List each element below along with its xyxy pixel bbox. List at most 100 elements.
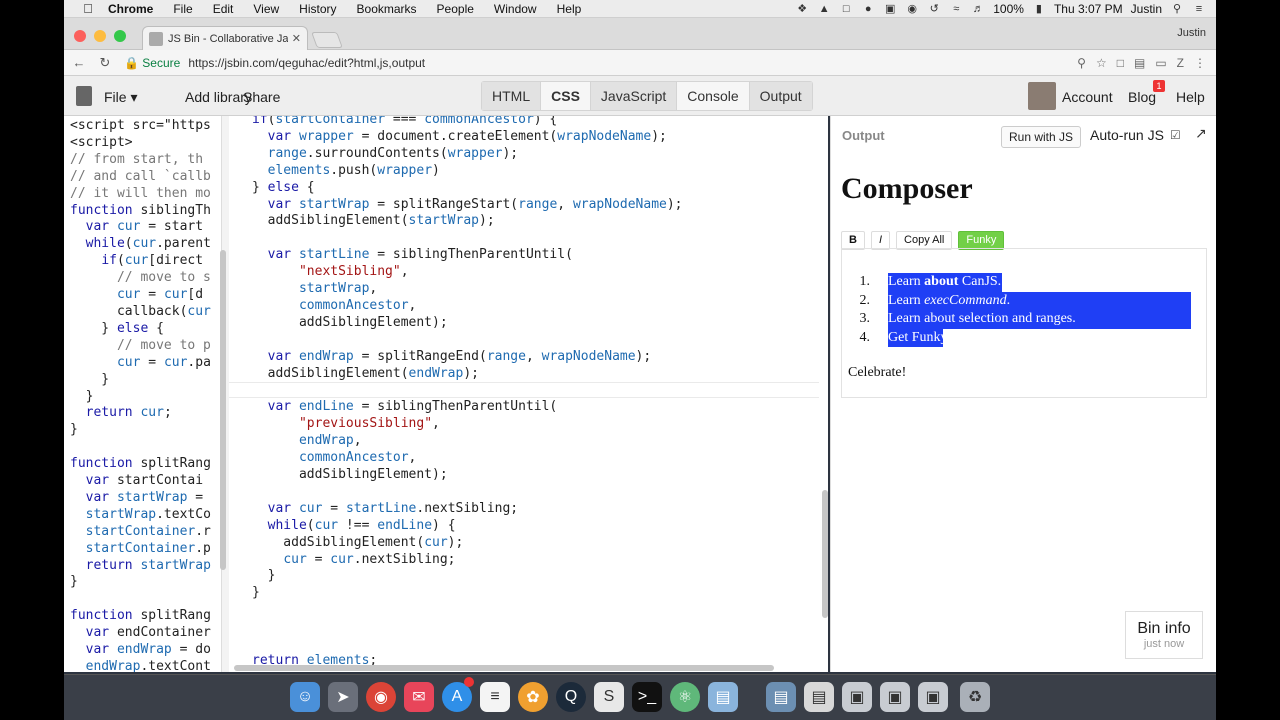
share-button[interactable]: Share [243,89,280,105]
menu-view[interactable]: View [243,2,289,16]
window-thumbnail-icon[interactable]: ▣ [918,682,948,712]
panel-toggle-javascript[interactable]: JavaScript [590,82,678,110]
reload-icon[interactable]: ↻ [94,55,116,71]
evernote-icon[interactable]: ● [861,3,875,15]
close-window-button[interactable] [74,30,86,42]
auto-run-checkbox[interactable]: ☑ [1170,128,1181,142]
back-arrow-icon[interactable]: ← [68,55,90,70]
battery-percent[interactable]: 100% [993,2,1024,16]
zoom-icon[interactable]: ⚲ [1077,56,1086,70]
panel-toggle-css[interactable]: CSS [541,82,591,110]
copy-all-button[interactable]: Copy All [896,230,953,250]
address-bar[interactable]: 🔒 Secure https://jsbin.com/qeguhac/edit?… [124,53,1069,73]
keynote-icon[interactable]: ▤ [708,682,738,712]
cast-icon[interactable]: ▭ [1155,56,1166,70]
chrome-icon[interactable]: ◉ [366,682,396,712]
menu-bookmarks[interactable]: Bookmarks [347,2,427,16]
more-menu-icon[interactable]: ⋮ [1194,56,1206,70]
close-tab-icon[interactable]: ✕ [292,32,301,45]
html-editor[interactable]: <script src="https <script> // from star… [64,116,222,672]
terminal-icon[interactable]: >_ [632,682,662,712]
notification-center-icon[interactable]: ≡ [1192,3,1206,15]
browser-tab-strip: JS Bin - Collaborative JavaScr ✕ Justin [64,18,1216,50]
folder-icon[interactable]: ▤ [766,682,796,712]
screen-icon[interactable]: ▣ [883,2,897,15]
menubar-clock[interactable]: Thu 3:07 PM [1054,2,1123,16]
battery-icon[interactable]: ▮ [1032,2,1046,15]
browser-profile[interactable]: Justin [1177,27,1206,39]
url-text[interactable]: https://jsbin.com/qeguhac/edit?html,js,o… [188,56,425,70]
panel-toggle-console[interactable]: Console [677,82,750,110]
dropbox-icon[interactable]: ❖ [795,2,809,15]
funky-button[interactable]: Funky [958,230,1005,250]
extension-icon[interactable]: □ [1117,56,1124,70]
bold-button[interactable]: B [841,230,865,250]
add-library-button[interactable]: Add library [185,89,252,105]
mac-menubar:  Chrome File Edit View History Bookmark… [64,0,1216,18]
window-thumbnail-icon[interactable]: ▣ [842,682,872,712]
menu-people[interactable]: People [427,2,484,16]
window-thumbnail-icon[interactable]: ▣ [880,682,910,712]
panel-toggle-output[interactable]: Output [749,82,812,110]
current-line-highlight [229,382,819,398]
trash-icon[interactable]: ♻ [960,682,990,712]
menu-window[interactable]: Window [484,2,547,16]
account-link[interactable]: Account [1062,89,1113,105]
apple-icon[interactable]:  [78,1,98,16]
menubar-user[interactable]: Justin [1131,2,1162,16]
secure-indicator[interactable]: 🔒 Secure [124,56,180,70]
bookmark-star-icon[interactable]: ☆ [1096,56,1107,70]
atom-icon[interactable]: ⚛ [670,682,700,712]
jsbin-toolbar: File ▾ Add library Share HTML CSS JavaSc… [64,76,1216,116]
file-menu[interactable]: File ▾ [104,89,137,106]
volume-icon[interactable]: ♬ [971,3,985,15]
document-icon[interactable]: ▤ [804,682,834,712]
browser-tab[interactable]: JS Bin - Collaborative JavaScr ✕ [142,26,308,50]
time-machine-icon[interactable]: ↺ [927,2,941,15]
drive-icon[interactable]: ▲ [817,3,831,15]
sublime-text-icon[interactable]: S [594,682,624,712]
list-item[interactable]: 1. Learn about CanJS. [860,273,1188,292]
launchpad-rocket-icon[interactable]: ➤ [328,682,358,712]
wifi-icon[interactable]: ≈ [949,3,963,15]
record-icon[interactable]: ◉ [905,2,919,15]
blog-link[interactable]: Blog [1128,89,1156,105]
messages-icon[interactable]: □ [839,3,853,15]
list-item[interactable]: 2. Learn execCommand. [860,291,1191,310]
spotlight-search-icon[interactable]: ⚲ [1170,2,1184,15]
new-tab-button[interactable] [311,32,343,48]
menu-history[interactable]: History [289,2,346,16]
extension-icon[interactable]: ▤ [1134,56,1145,70]
notes-list-icon[interactable]: ≡ [480,682,510,712]
popout-arrow-icon[interactable]: ↗ [1195,125,1207,142]
list-item[interactable]: 4. Get Funky. [860,328,1188,347]
list-text-plain: CanJS. [958,274,1002,289]
bin-info-panel[interactable]: Bin info just now [1125,611,1203,659]
run-with-js-button[interactable]: Run with JS [1001,126,1082,148]
menu-help[interactable]: Help [547,2,592,16]
minimize-window-button[interactable] [94,30,106,42]
jsbin-logo-icon[interactable] [76,86,92,106]
extension-z-icon[interactable]: Z [1177,56,1184,70]
photos-icon[interactable]: ✿ [518,682,548,712]
avatar[interactable] [1028,82,1056,110]
list-text: Learn about CanJS. [872,274,1001,289]
caret-down-icon: ▾ [130,89,138,105]
airmail-icon[interactable]: ✉ [404,682,434,712]
html-code[interactable]: <script src="https <script> // from star… [70,118,211,672]
panel-toggle-html[interactable]: HTML [482,82,542,110]
menu-app-name[interactable]: Chrome [98,2,163,16]
quicktime-icon[interactable]: Q [556,682,586,712]
javascript-editor-hscrollbar[interactable] [234,665,774,671]
menu-edit[interactable]: Edit [203,2,244,16]
finder-icon[interactable]: ☺ [290,682,320,712]
menu-file[interactable]: File [163,2,202,16]
help-link[interactable]: Help [1176,89,1205,105]
blog-notification-badge: 1 [1153,80,1165,92]
list-item[interactable]: 3. Learn about selection and ranges. [860,310,1191,329]
italic-button[interactable]: I [870,230,891,250]
maximize-window-button[interactable] [114,30,126,42]
html-editor-scrollbar[interactable] [220,250,226,570]
content-editable-area[interactable]: 1. Learn about CanJS. 2. Learn execComma… [841,248,1207,398]
javascript-editor-scrollbar[interactable] [822,490,828,618]
